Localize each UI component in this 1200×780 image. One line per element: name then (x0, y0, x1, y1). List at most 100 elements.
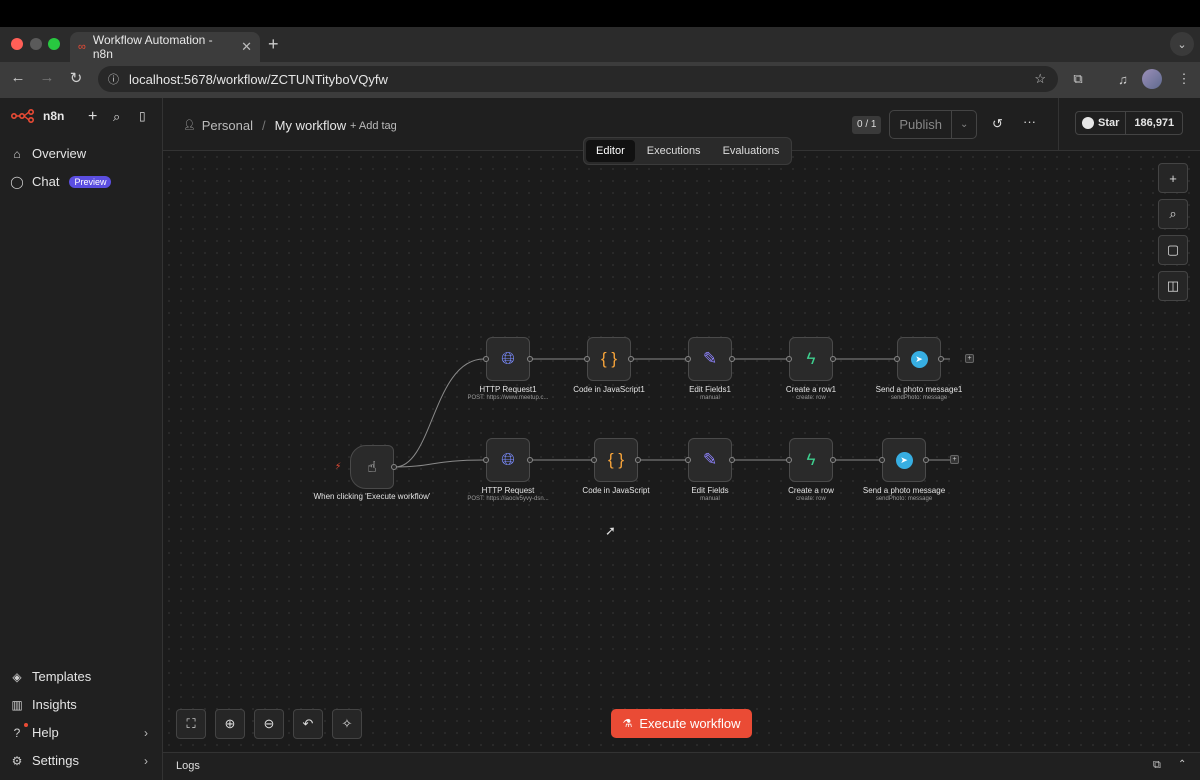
breadcrumb-project[interactable]: Personal (202, 118, 253, 133)
supabase-node[interactable]: ϟ (789, 438, 833, 482)
pointer-click-icon: ☝︎ (367, 459, 377, 476)
reload-icon[interactable]: ↻ (65, 69, 87, 87)
input-port[interactable] (591, 457, 597, 463)
maximize-window-button[interactable] (48, 38, 60, 50)
workflow-name[interactable]: My workflow (275, 118, 347, 133)
logs-bar[interactable]: Logs ⧉ ⌃ (163, 752, 1200, 780)
input-port[interactable] (483, 457, 489, 463)
output-port[interactable] (527, 457, 533, 463)
code-node[interactable]: { } (587, 337, 631, 381)
http-request-node[interactable]: 🌐︎ (486, 337, 530, 381)
sidebar-item-chat[interactable]: ◯ Chat Preview (10, 174, 112, 189)
edit-fields-node[interactable]: ✎ (688, 337, 732, 381)
workflow-canvas[interactable]: Editor Executions Evaluations + ⌕ ▢ ◫ ⚡︎… (163, 137, 1200, 751)
pop-out-icon[interactable]: ⧉ (1153, 759, 1161, 772)
output-port[interactable] (923, 457, 929, 463)
input-port[interactable] (786, 356, 792, 362)
add-tag-button[interactable]: + Add tag (350, 120, 397, 132)
node-subtitle: POST: https://www.meetup.c... (467, 395, 549, 401)
github-star-button[interactable]: Star (1076, 112, 1127, 134)
notification-dot (24, 723, 28, 727)
profile-avatar[interactable] (1142, 69, 1162, 89)
search-icon[interactable]: ⌕ (113, 109, 120, 125)
back-icon[interactable]: ← (7, 69, 29, 86)
minimize-window-button[interactable] (30, 38, 42, 50)
sidebar-item-insights[interactable]: ▥ Insights (10, 697, 76, 712)
node-subtitle: create: row (796, 395, 826, 401)
forward-icon[interactable]: → (36, 69, 58, 86)
edit-fields-node[interactable]: ✎ (688, 438, 732, 482)
user-icon: 👤︎ (183, 120, 196, 131)
close-window-button[interactable] (11, 38, 23, 50)
chevron-right-icon[interactable]: › (144, 726, 148, 740)
sidebar-item-help[interactable]: ? Help (10, 725, 59, 740)
add-next-node-icon[interactable]: + (965, 354, 974, 363)
sidebar-item-overview[interactable]: ⌂ Overview (10, 146, 86, 161)
browser-tab[interactable]: ∞ Workflow Automation - n8n ✕ (70, 32, 260, 62)
tidy-up-icon[interactable]: ✧ (332, 709, 362, 739)
site-info-icon[interactable]: ⓘ (108, 71, 119, 87)
input-port[interactable] (685, 457, 691, 463)
chevron-up-icon[interactable]: ⌃ (1178, 759, 1186, 770)
tab-search-icon[interactable]: ⌄ (1170, 32, 1194, 56)
input-port[interactable] (879, 457, 885, 463)
bookmark-star-icon[interactable]: ☆ (1034, 71, 1046, 87)
more-options-icon[interactable]: ··· (1023, 114, 1036, 129)
mouse-cursor-icon: ➚ (605, 523, 616, 538)
output-port[interactable] (830, 457, 836, 463)
history-icon[interactable]: ↺ (992, 116, 1003, 132)
close-tab-icon[interactable]: ✕ (241, 39, 252, 55)
sidebar-item-settings[interactable]: ⚙ Settings (10, 753, 79, 768)
input-port[interactable] (894, 356, 900, 362)
node-label: Send a photo message (862, 486, 946, 495)
telegram-node[interactable]: ➤ (882, 438, 926, 482)
http-request-node[interactable]: 🌐︎ (486, 438, 530, 482)
zoom-in-icon[interactable]: ⊕ (215, 709, 245, 739)
publish-button-group: Publish ⌄ (889, 110, 977, 139)
add-next-node-icon[interactable]: + (950, 455, 959, 464)
github-star-widget[interactable]: Star 186,971 (1075, 111, 1183, 135)
chevron-right-icon[interactable]: › (144, 754, 148, 768)
input-port[interactable] (685, 356, 691, 362)
output-port[interactable] (635, 457, 641, 463)
version-counter[interactable]: 0 / 1 (852, 116, 882, 134)
input-port[interactable] (483, 356, 489, 362)
browser-menu-icon[interactable]: ⋮ (1174, 69, 1194, 89)
telegram-icon: ➤ (910, 350, 928, 368)
code-node[interactable]: { } (594, 438, 638, 482)
fit-view-icon[interactable]: ⛶ (176, 709, 206, 739)
sidebar-item-templates[interactable]: ◈ Templates (10, 669, 91, 684)
node-subtitle: sendPhoto: message (875, 496, 933, 502)
n8n-favicon-icon: ∞ (78, 41, 86, 53)
output-port[interactable] (527, 356, 533, 362)
new-tab-icon[interactable]: + (268, 34, 279, 55)
output-port[interactable] (830, 356, 836, 362)
publish-button[interactable]: Publish (890, 117, 951, 132)
collapse-sidebar-icon[interactable]: ▯ (139, 109, 146, 123)
add-icon[interactable]: + (88, 108, 97, 126)
output-port[interactable] (628, 356, 634, 362)
brand-logo[interactable]: n8n (11, 109, 64, 123)
logs-label: Logs (176, 760, 200, 772)
trigger-node[interactable]: ☝︎ (350, 445, 394, 489)
input-port[interactable] (584, 356, 590, 362)
output-port[interactable] (729, 356, 735, 362)
output-port[interactable] (938, 356, 944, 362)
address-bar[interactable]: ⓘ localhost:5678/workflow/ZCTUNTityboVQy… (98, 66, 1058, 92)
pencil-icon: ✎ (702, 349, 718, 368)
media-controls-icon[interactable]: ♫ (1113, 69, 1133, 89)
telegram-icon: ➤ (895, 451, 913, 469)
output-port[interactable] (729, 457, 735, 463)
telegram-node[interactable]: ➤ (897, 337, 941, 381)
supabase-node[interactable]: ϟ (789, 337, 833, 381)
extensions-icon[interactable]: ⧉ (1068, 69, 1088, 89)
preview-badge: Preview (69, 175, 112, 188)
zoom-out-icon[interactable]: ⊖ (254, 709, 284, 739)
chevron-down-icon[interactable]: ⌄ (951, 111, 976, 138)
url-text: localhost:5678/workflow/ZCTUNTityboVQyfw (129, 71, 388, 87)
execute-workflow-button[interactable]: ⚗︎ Execute workflow (611, 709, 752, 738)
output-port[interactable] (391, 464, 397, 470)
globe-icon: 🌐︎ (501, 450, 515, 469)
input-port[interactable] (786, 457, 792, 463)
undo-icon[interactable]: ↶ (293, 709, 323, 739)
